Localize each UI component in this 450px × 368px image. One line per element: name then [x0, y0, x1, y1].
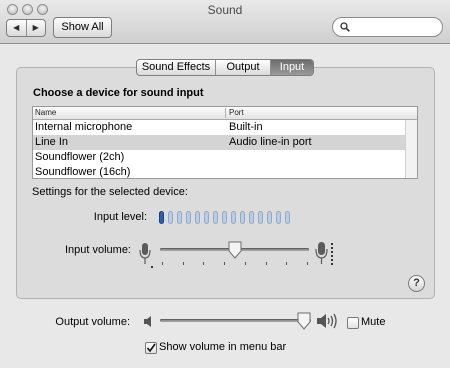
table-row[interactable]: Soundflower (16ch) [33, 165, 406, 178]
tab-input[interactable]: Input [271, 60, 313, 75]
device-name: Soundflower (2ch) [35, 151, 125, 163]
output-volume-track[interactable] [160, 319, 311, 322]
forward-arrow-icon[interactable]: ▶ [27, 20, 46, 36]
device-name: Line In [35, 136, 69, 148]
mute-checkbox[interactable] [347, 317, 359, 329]
tab-output[interactable]: Output [216, 60, 271, 75]
level-segment [258, 211, 263, 224]
level-segment [231, 211, 236, 224]
slider-tick [245, 262, 246, 265]
slider-tick [286, 262, 287, 265]
back-arrow-icon[interactable]: ◀ [7, 20, 27, 36]
column-header-name[interactable]: Name [35, 107, 56, 119]
tab-sound-effects[interactable]: Sound Effects [137, 60, 216, 75]
slider-tick [266, 262, 267, 265]
level-segment [285, 211, 290, 224]
show-volume-menubar-checkbox[interactable] [145, 342, 157, 354]
level-segment [204, 211, 209, 224]
back-forward-control: ◀ ▶ [6, 19, 46, 37]
speaker-low-icon [144, 316, 151, 327]
input-level-label: Input level: [93, 211, 147, 223]
level-segment [249, 211, 254, 224]
input-device-table: Name Port Internal microphone Built-in L… [32, 106, 418, 179]
microphone-high-icon [315, 242, 333, 265]
choose-device-heading: Choose a device for sound input [33, 87, 204, 99]
table-header: Name Port [33, 107, 417, 120]
device-name: Internal microphone [35, 121, 133, 133]
show-all-button[interactable]: Show All [53, 17, 112, 38]
slider-tick [162, 262, 163, 265]
level-segment [222, 211, 227, 224]
level-segment [159, 211, 164, 224]
window-title: Sound [207, 3, 243, 17]
output-volume-label: Output volume: [55, 316, 130, 328]
search-field[interactable] [332, 17, 443, 37]
slider-tick [307, 262, 308, 265]
column-divider [225, 108, 226, 118]
level-segment [195, 211, 200, 224]
device-name: Soundflower (16ch) [35, 166, 131, 178]
sound-preferences-window: Sound ◀ ▶ Show All Sound Effects Output … [0, 0, 450, 368]
level-segment [276, 211, 281, 224]
input-settings-group [16, 67, 435, 299]
search-input[interactable] [353, 20, 437, 34]
magnifier-icon [340, 22, 350, 32]
settings-heading: Settings for the selected device: [32, 186, 188, 198]
table-row[interactable]: Internal microphone Built-in [33, 120, 406, 135]
input-volume-label: Input volume: [64, 244, 131, 256]
level-segment [168, 211, 173, 224]
level-segment [213, 211, 218, 224]
title-bar: Sound ◀ ▶ Show All [0, 0, 450, 44]
output-volume-thumb[interactable] [297, 312, 311, 330]
speaker-high-icon [317, 313, 337, 329]
microphone-low-icon [139, 243, 153, 268]
level-segment [177, 211, 182, 224]
level-segment [186, 211, 191, 224]
column-header-port[interactable]: Port [229, 107, 244, 119]
device-port: Audio line-in port [229, 136, 312, 148]
slider-tick [203, 262, 204, 265]
table-scrollbar[interactable] [405, 120, 417, 178]
help-button[interactable]: ? [408, 275, 425, 292]
checkmark-icon [146, 343, 156, 353]
input-volume-thumb[interactable] [228, 241, 242, 259]
table-row-selected[interactable]: Line In Audio line-in port [33, 135, 406, 150]
slider-tick [224, 262, 225, 265]
mute-label[interactable]: Mute [361, 316, 385, 328]
show-volume-menubar-label[interactable]: Show volume in menu bar [159, 341, 286, 353]
slider-tick [183, 262, 184, 265]
device-port: Built-in [229, 121, 263, 133]
level-segment [240, 211, 245, 224]
preference-tabs: Sound Effects Output Input [136, 59, 314, 76]
table-row[interactable]: Soundflower (2ch) [33, 150, 406, 165]
input-level-meter [159, 211, 294, 224]
level-segment [267, 211, 272, 224]
